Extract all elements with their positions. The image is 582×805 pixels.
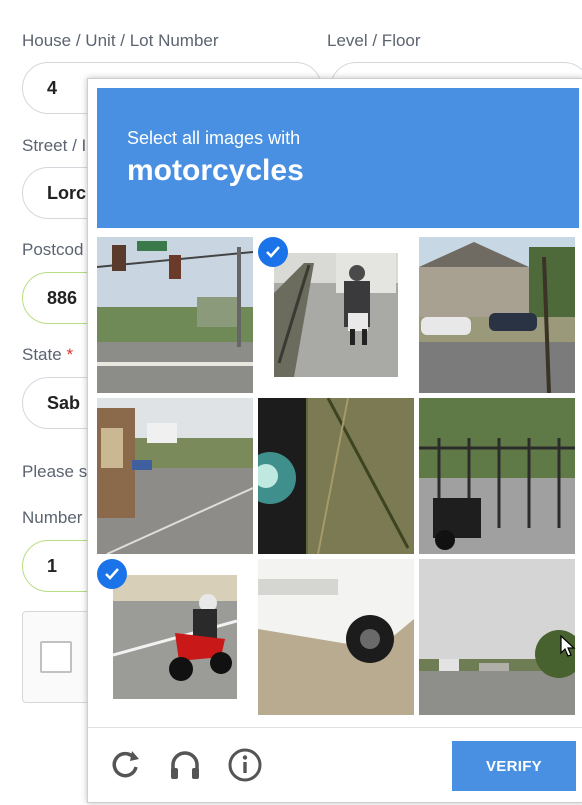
street-label: Street / I	[22, 136, 87, 155]
selected-check-icon	[258, 237, 288, 267]
level-floor-label: Level / Floor	[327, 31, 421, 50]
captcha-tile-4[interactable]	[97, 398, 253, 554]
please-select-text: Please s	[22, 462, 88, 481]
required-asterisk: *	[66, 345, 74, 364]
number-label: Number	[22, 508, 83, 527]
state-label-text: State	[22, 345, 62, 364]
traffic-light-closeup-image	[258, 398, 414, 554]
captcha-prompt-object: motorcycles	[127, 154, 304, 187]
street-value: Lorc	[47, 182, 87, 203]
cloudy-road-trees-image	[419, 559, 575, 715]
captcha-prompt-small: Select all images with	[127, 128, 301, 148]
recaptcha-checkbox[interactable]	[40, 641, 72, 673]
traffic-lights-street-image	[97, 237, 253, 393]
bus-stop-street-image	[97, 398, 253, 554]
audio-challenge-icon[interactable]	[166, 746, 204, 784]
captcha-tile-2[interactable]	[258, 237, 414, 393]
number-value: 1	[47, 555, 58, 576]
captcha-tile-7[interactable]	[97, 559, 253, 715]
captcha-tile-5[interactable]	[258, 398, 414, 554]
state-value: Sab	[47, 392, 81, 413]
state-label: State *	[22, 345, 73, 365]
verify-button[interactable]: VERIFY	[452, 741, 576, 791]
info-icon[interactable]	[226, 746, 264, 784]
captcha-tile-8[interactable]	[258, 559, 414, 715]
mouse-cursor-icon	[560, 635, 576, 657]
captcha-dialog: Select all images with motorcycles VERIF…	[87, 78, 582, 803]
postcode-value: 886	[47, 287, 78, 308]
captcha-tile-3[interactable]	[419, 237, 575, 393]
postcode-label: Postcod	[22, 240, 84, 259]
house-number-label: House / Unit / Lot Number	[22, 31, 219, 50]
captcha-tile-9[interactable]	[419, 559, 575, 715]
reload-icon[interactable]	[106, 746, 144, 784]
captcha-banner: Select all images with motorcycles	[97, 88, 579, 228]
selected-check-icon	[97, 559, 127, 589]
captcha-tile-6[interactable]	[419, 398, 575, 554]
houses-road-image	[419, 237, 575, 393]
captcha-footer: VERIFY	[88, 727, 582, 805]
motorcycle-rider-street-image	[274, 253, 398, 377]
red-sport-motorcycle-image	[113, 575, 237, 699]
house-number-value: 4	[47, 77, 58, 98]
fence-motorcycle-image	[419, 398, 575, 554]
captcha-tile-1[interactable]	[97, 237, 253, 393]
white-car-closeup-image	[258, 559, 414, 715]
